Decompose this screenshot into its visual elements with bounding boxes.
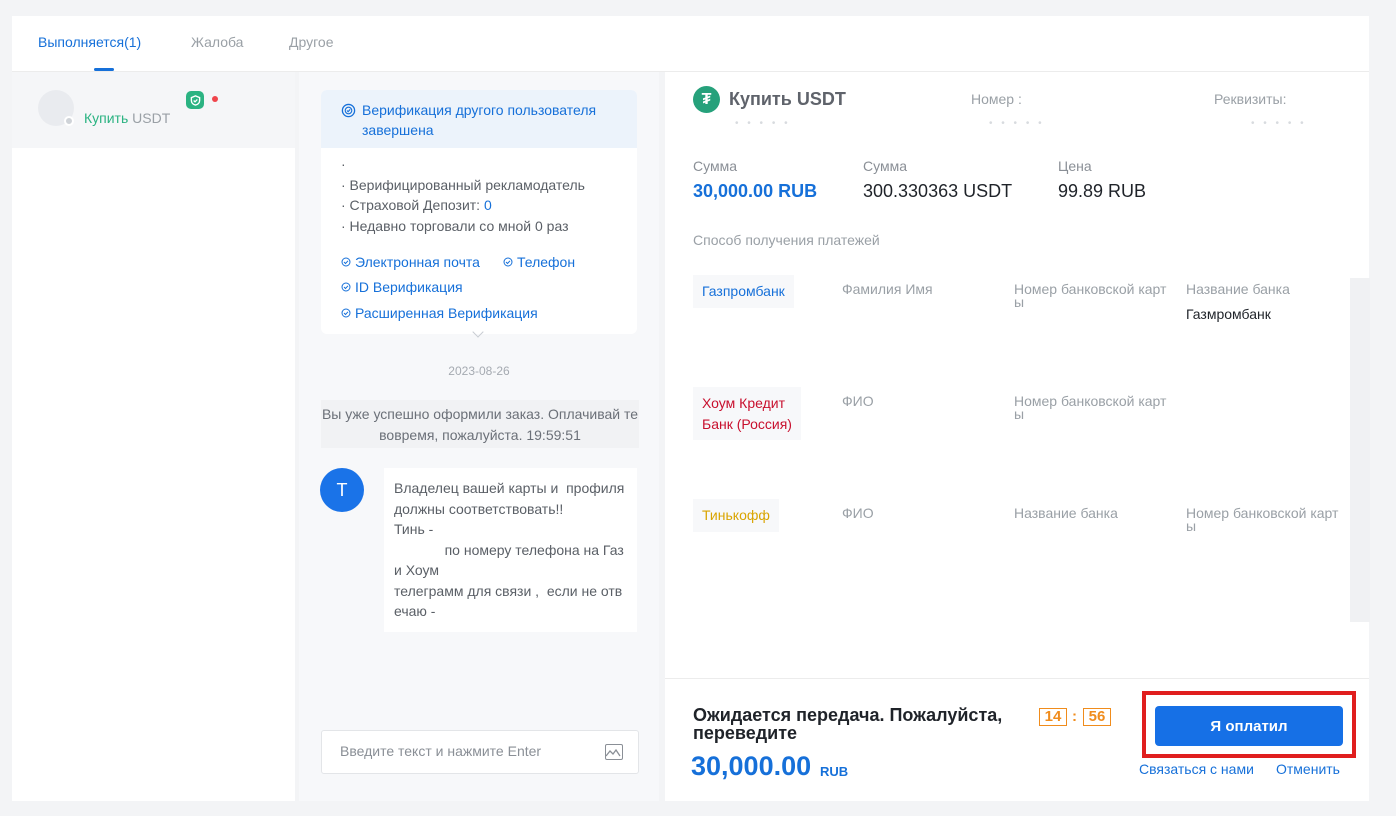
timer-seconds: 56	[1083, 708, 1111, 726]
payment-field-label: Номер банковской карт ы	[1014, 393, 1167, 422]
footer-divider	[665, 678, 1369, 679]
quantity-label: Сумма	[863, 158, 907, 174]
i-paid-button[interactable]: Я оплатил	[1155, 706, 1343, 746]
amount-value: 30,000.00 RUB	[693, 181, 818, 201]
status-message: Ожидается передача. Пожалуйста, переведи…	[693, 705, 1003, 743]
bank-name-badge: Газпромбанк	[693, 275, 794, 308]
order-list-item[interactable]: Купить USDT	[12, 72, 295, 148]
check-circle-icon	[503, 254, 513, 270]
phone-verification-link[interactable]: Телефон	[503, 254, 575, 270]
verified-shield-icon	[186, 91, 204, 109]
order-number-masked: • • • • •	[989, 118, 1045, 129]
chat-message-bubble: Владелец вашей карты и профиля должны со…	[384, 468, 637, 632]
chat-input-box	[321, 730, 639, 774]
phone-verification-label: Телефон	[517, 254, 576, 270]
quantity-value: 300.330363 USDT	[863, 181, 1013, 201]
timer-minutes: 14	[1039, 708, 1067, 726]
title-masked: • • • • •	[735, 118, 791, 129]
online-status-dot	[64, 116, 74, 126]
order-details-panel: ₮ Купить USDT Номер : • • • • • • • • • …	[665, 72, 1370, 801]
timer-separator: :	[1072, 708, 1077, 725]
payment-field-label: Номер банковской карт ы	[1014, 281, 1167, 310]
payment-field-label: Фамилия Имя	[842, 281, 933, 297]
advanced-verification-link[interactable]: Расширенная Верификация	[341, 305, 538, 321]
payment-methods-title: Способ получения платежей	[693, 232, 880, 248]
email-verification-link[interactable]: Электронная почта	[341, 254, 480, 270]
payment-field-label: ФИО	[842, 393, 874, 409]
verified-badge-icon	[341, 103, 356, 123]
unread-dot	[212, 96, 218, 102]
price-label: Цена	[1058, 158, 1092, 174]
verification-title: Верификация другого пользователя заверше…	[362, 102, 597, 138]
order-tabs: Выполняется(1) Жалоба Другое	[12, 16, 1369, 72]
verification-header: Верификация другого пользователя заверше…	[321, 90, 637, 148]
order-coin-label: USDT	[132, 110, 171, 126]
amount-label: Сумма	[693, 158, 737, 174]
usdt-icon: ₮	[693, 86, 720, 113]
order-list: Купить USDT	[12, 72, 295, 801]
chat-date: 2023-08-26	[448, 364, 510, 378]
chat-panel: Верификация другого пользователя заверше…	[299, 72, 659, 801]
system-message: Вы уже успешно оформили заказ. Оплачивай…	[321, 400, 639, 448]
verification-card: Верификация другого пользователя заверше…	[321, 90, 637, 334]
verified-advertiser-text: · Верифицированный рекламодатель	[341, 176, 585, 193]
order-list-item-title: Купить USDT	[84, 110, 170, 126]
requisites-label: Реквизиты:	[1214, 91, 1287, 107]
payment-field-label: Номер банковской карт ы	[1186, 505, 1339, 534]
bank-name-value: Газмромбанк	[1186, 306, 1271, 322]
image-upload-icon[interactable]	[605, 744, 623, 760]
advanced-verification-label: Расширенная Верификация	[355, 305, 538, 321]
transfer-amount: 30,000.00	[691, 751, 812, 781]
email-verification-label: Электронная почта	[355, 254, 480, 270]
payment-field-label: ФИО	[842, 505, 874, 521]
chat-input[interactable]	[340, 743, 590, 759]
id-verification-link[interactable]: ID Верификация	[341, 279, 463, 295]
order-side-label: Купить	[84, 110, 129, 126]
verification-details: · · Верифицированный рекламодатель · Стр…	[321, 148, 637, 236]
check-circle-icon	[341, 279, 351, 295]
contact-us-link[interactable]: Связаться с нами	[1139, 761, 1254, 777]
id-verification-label: ID Верификация	[355, 279, 463, 295]
tab-complaint[interactable]: Жалоба	[191, 34, 243, 50]
price-value: 99.89 RUB	[1058, 181, 1147, 201]
check-circle-icon	[341, 254, 351, 270]
recent-trades-text: · Недавно торговали со мной 0 раз	[341, 217, 569, 234]
active-tab-indicator	[94, 68, 114, 71]
tab-other[interactable]: Другое	[289, 34, 333, 50]
payment-field-label: Название банка	[1186, 281, 1290, 297]
payment-methods-scrollbar[interactable]	[1350, 278, 1370, 622]
counterparty-avatar: T	[320, 468, 364, 512]
cancel-order-link[interactable]: Отменить	[1276, 761, 1340, 777]
bank-name-badge: Хоум Кредит Банк (Россия)	[693, 387, 801, 440]
payment-field-label: Название банка	[1014, 505, 1118, 521]
tab-in-progress[interactable]: Выполняется(1)	[38, 34, 141, 50]
insurance-deposit-label: · Страховой Депозит:	[341, 197, 484, 213]
order-title: Купить USDT	[729, 89, 846, 109]
check-circle-icon	[341, 305, 351, 321]
order-number-label: Номер :	[971, 91, 1022, 107]
bank-name-badge: Тинькофф	[693, 499, 779, 532]
insurance-deposit-value: 0	[483, 197, 492, 213]
transfer-currency: RUB	[820, 764, 849, 779]
requisites-masked: • • • • •	[1251, 118, 1307, 129]
insurance-deposit-row: · Страховой Депозит: 0	[341, 195, 637, 216]
verification-dot: ·	[341, 156, 346, 172]
